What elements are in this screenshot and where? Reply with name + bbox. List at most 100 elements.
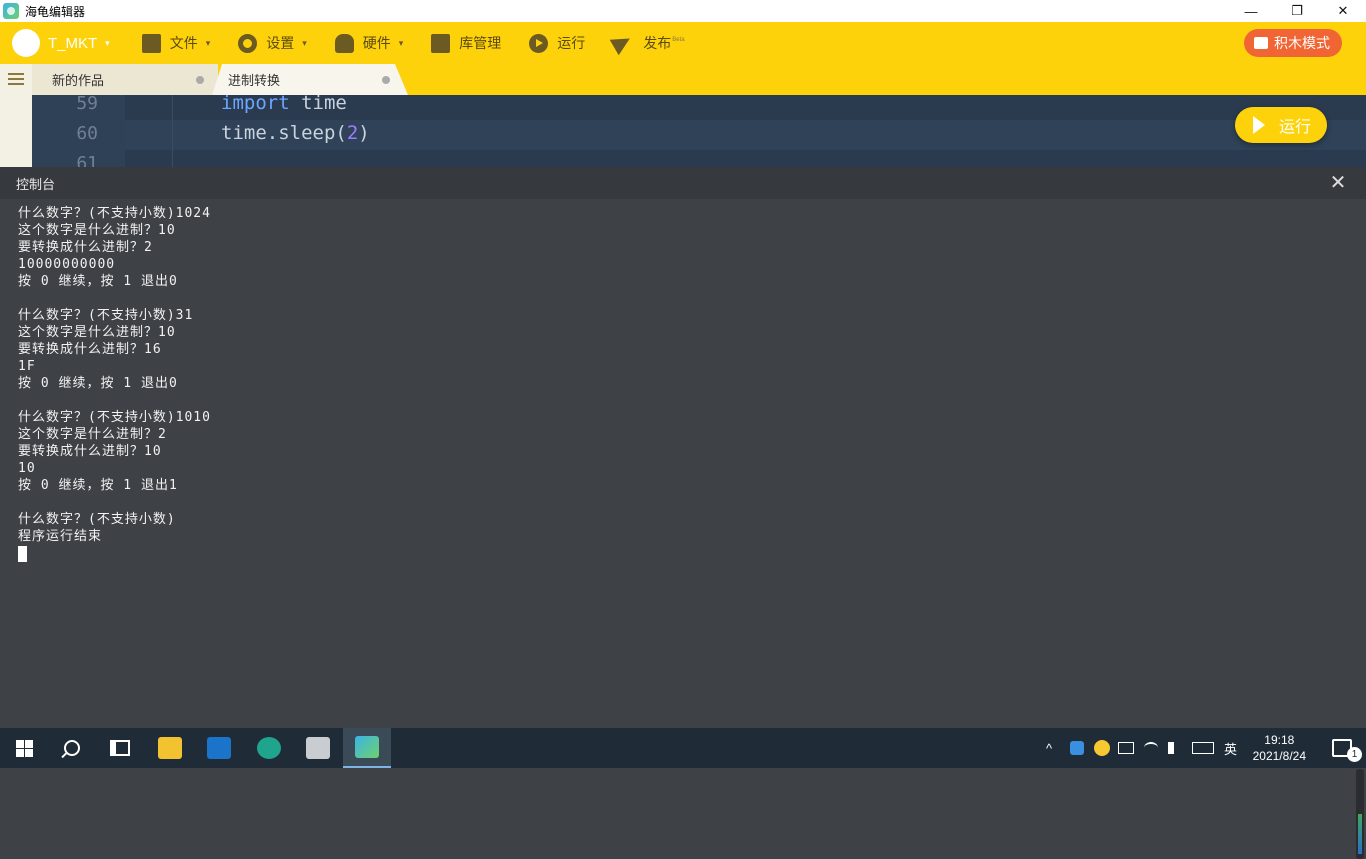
console-cursor-line: [18, 545, 211, 562]
window-titlebar: 海龟编辑器 — ❐ ✕: [0, 0, 1366, 22]
folder-icon: [158, 737, 182, 759]
volume-icon[interactable]: [1168, 742, 1182, 754]
search-icon: [64, 740, 80, 756]
taskbar-turtle-editor[interactable]: [343, 728, 391, 768]
console-line: 这个数字是什么进制？10: [18, 223, 176, 238]
taskbar-explorer[interactable]: [146, 728, 194, 768]
library-menu[interactable]: 库管理: [431, 22, 501, 64]
user-menu[interactable]: T_MKT ▾: [0, 22, 110, 64]
console-line: 要转换成什么进制？16: [18, 342, 162, 357]
window-title: 海龟编辑器: [25, 4, 86, 19]
blocks-icon: [1254, 37, 1268, 49]
tray-icons: 英: [1070, 728, 1237, 768]
taskbar-edge[interactable]: [245, 728, 293, 768]
run-menu[interactable]: 运行: [529, 22, 585, 64]
tab-label: 进制转换: [228, 73, 281, 88]
publish-menu[interactable]: 发布 Beta: [610, 22, 685, 64]
edge-icon: [257, 737, 281, 759]
clock[interactable]: 19:18 2021/8/24: [1253, 732, 1306, 764]
ime-pad-icon[interactable]: [1118, 742, 1134, 754]
hardware-menu-label: 硬件: [362, 35, 391, 51]
keyboard-icon[interactable]: [1192, 742, 1214, 754]
file-menu[interactable]: 文件 ▾: [141, 22, 211, 64]
library-icon: [431, 33, 451, 53]
taskbar-outlook[interactable]: [195, 728, 243, 768]
restore-button[interactable]: ❐: [1274, 0, 1320, 22]
text-cursor: [18, 546, 27, 562]
console-line: 要转换成什么进制？2: [18, 240, 153, 255]
avatar: [12, 29, 40, 57]
tray-app-icon[interactable]: [1094, 740, 1110, 756]
hardware-icon: [334, 33, 354, 53]
run-button[interactable]: 运行: [1235, 107, 1327, 143]
gear-icon: [238, 33, 258, 53]
wifi-icon[interactable]: [1144, 742, 1158, 754]
tab-close-dot[interactable]: [196, 76, 204, 84]
taskbar: ^ 英 19:18 2021/8/24 1: [0, 728, 1366, 768]
console-header: 控制台 ✕: [0, 167, 1366, 199]
folder-icon: [141, 33, 161, 53]
library-menu-label: 库管理: [459, 35, 502, 51]
outlook-icon: [207, 737, 231, 759]
close-icon[interactable]: ✕: [1328, 173, 1348, 193]
console-title: 控制台: [16, 176, 56, 192]
task-view-button[interactable]: [96, 728, 144, 768]
console-panel[interactable]: 什么数字？(不支持小数)1024 这个数字是什么进制？10 要转换成什么进制？2…: [0, 199, 1366, 859]
tray-app-icon[interactable]: [1070, 741, 1084, 755]
code-line[interactable]: time.sleep(2): [221, 122, 370, 144]
beta-badge: Beta: [672, 37, 685, 43]
scroll-thumb[interactable]: [1358, 814, 1362, 854]
turtle-app-icon: [3, 3, 19, 19]
settings-menu[interactable]: 设置 ▾: [238, 22, 307, 64]
number-literal: 2: [346, 122, 359, 144]
console-line: 按 0 继续，按 1 退出1: [18, 478, 178, 493]
minimize-button[interactable]: —: [1228, 0, 1274, 22]
tray-overflow[interactable]: ^: [1046, 728, 1052, 768]
file-tabs: 新的作品 进制转换: [32, 64, 1366, 95]
close-button[interactable]: ✕: [1320, 0, 1366, 22]
run-menu-label: 运行: [557, 35, 586, 51]
clock-time: 19:18: [1264, 733, 1295, 747]
keyword: import: [221, 95, 290, 114]
console-line: 按 0 继续，按 1 退出0: [18, 274, 178, 289]
search-button[interactable]: [48, 728, 96, 768]
settings-menu-label: 设置: [266, 35, 295, 51]
user-name: T_MKT: [48, 34, 98, 52]
block-mode-label: 积木模式: [1274, 35, 1330, 51]
tab-new-work[interactable]: 新的作品: [32, 64, 218, 95]
block-mode-button[interactable]: 积木模式: [1244, 29, 1342, 57]
line-number: 60: [76, 123, 98, 144]
publish-menu-label: 发布: [643, 35, 672, 51]
chevron-down-icon: ▾: [398, 37, 404, 48]
ime-indicator[interactable]: 英: [1224, 739, 1237, 758]
console-line: 什么数字？(不支持小数)1024: [18, 206, 211, 221]
console-output: 什么数字？(不支持小数)1024 这个数字是什么进制？10 要转换成什么进制？2…: [18, 205, 211, 562]
code-line[interactable]: import time: [221, 95, 347, 114]
task-view-icon: [110, 740, 130, 756]
console-line: 什么数字？(不支持小数)31: [18, 308, 194, 323]
file-menu-label: 文件: [169, 35, 198, 51]
tab-close-dot[interactable]: [382, 76, 390, 84]
turtle-app-icon: [355, 736, 379, 758]
line-number: 61: [76, 153, 98, 167]
console-line: 什么数字？(不支持小数)1010: [18, 410, 211, 425]
tab-label: 新的作品: [52, 73, 105, 88]
sidebar-toggle[interactable]: [0, 64, 32, 167]
console-line: 这个数字是什么进制？10: [18, 325, 176, 340]
chevron-down-icon: ▾: [205, 37, 211, 48]
hardware-menu[interactable]: 硬件 ▾: [334, 22, 404, 64]
scrollbar[interactable]: [1356, 769, 1364, 859]
console-line: 什么数字？(不支持小数): [18, 512, 176, 527]
code-editor[interactable]: 59 60 61 import time time.sleep(2) 运行: [32, 95, 1366, 167]
play-circle-icon: [529, 33, 549, 53]
tab-base-conversion[interactable]: 进制转换: [212, 64, 408, 95]
menu-bar: T_MKT ▾ 文件 ▾ 设置 ▾ 硬件 ▾ 库管理 运行 发布 Beta 积木…: [0, 22, 1366, 64]
app-icon: [306, 737, 330, 759]
start-button[interactable]: [0, 728, 48, 768]
taskbar-app[interactable]: [294, 728, 342, 768]
windows-icon: [15, 739, 33, 757]
console-line: 10: [18, 461, 36, 476]
line-number: 59: [76, 95, 98, 114]
